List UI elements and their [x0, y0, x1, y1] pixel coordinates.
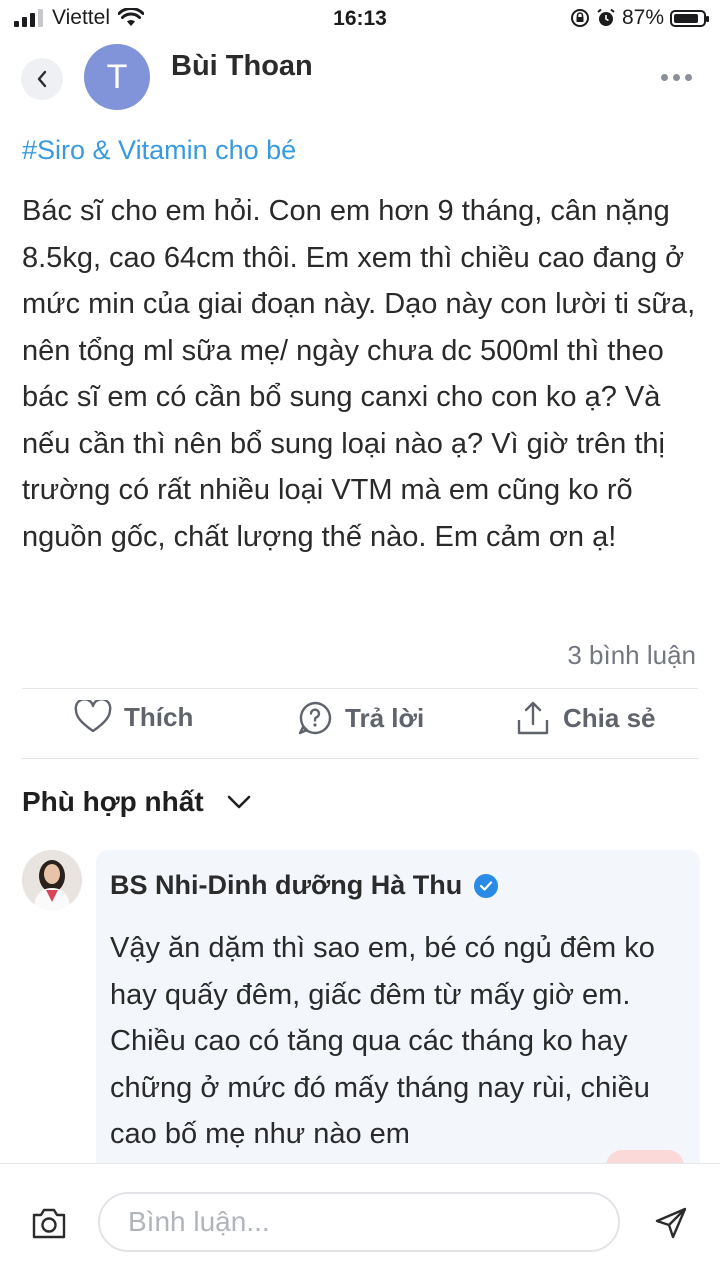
- post-actions: Thích Trả lời Chia sẻ: [0, 690, 720, 758]
- commenter-avatar[interactable]: [22, 850, 82, 910]
- alarm-icon: [597, 8, 615, 26]
- question-icon: [298, 701, 332, 735]
- send-button[interactable]: [654, 1206, 688, 1245]
- back-icon: [37, 70, 47, 88]
- camera-button[interactable]: [30, 1206, 68, 1245]
- verified-icon: [474, 873, 499, 898]
- comment-text: Vậy ăn dặm thì sao em, bé có ngủ đêm ko …: [110, 932, 655, 1150]
- status-right: 87%: [570, 6, 709, 30]
- commenter-name[interactable]: BS Nhi-Dinh dưỡng Hà Thu: [110, 870, 499, 901]
- share-icon: [517, 701, 549, 735]
- battery-icon: [670, 9, 709, 27]
- heart-icon: [74, 700, 112, 733]
- sort-dropdown[interactable]: Phù hợp nhất: [22, 786, 252, 818]
- divider: [22, 688, 698, 689]
- share-label: Chia sẻ: [563, 702, 656, 733]
- send-icon: [655, 1207, 687, 1239]
- chevron-down-icon: [227, 795, 250, 809]
- camera-icon: [32, 1208, 66, 1239]
- like-button[interactable]: Thích: [74, 700, 193, 734]
- status-bar: Viettel 16:13 87%: [0, 0, 720, 38]
- commenter-name-label: BS Nhi-Dinh dưỡng Hà Thu: [110, 870, 463, 900]
- reply-label: Trả lời: [345, 702, 425, 733]
- comment-count[interactable]: 3 bình luận: [567, 640, 696, 671]
- author-avatar[interactable]: T: [84, 44, 150, 110]
- post-header: T Bùi Thoan: [0, 38, 720, 118]
- divider: [22, 758, 698, 759]
- comment-input[interactable]: [98, 1192, 620, 1252]
- post-body: Bác sĩ cho em hỏi. Con em hơn 9 tháng, c…: [22, 195, 696, 553]
- battery-percent: 87%: [621, 6, 664, 29]
- share-button[interactable]: Chia sẻ: [515, 700, 656, 736]
- reply-button[interactable]: Trả lời: [297, 700, 424, 736]
- like-label: Thích: [124, 701, 194, 732]
- comment-bar: [0, 1163, 720, 1281]
- lock-rotation-icon: [570, 9, 589, 27]
- post-hashtag[interactable]: #Siro & Vitamin cho bé: [22, 135, 296, 166]
- sort-label: Phù hợp nhất: [22, 786, 204, 817]
- more-icon[interactable]: [661, 74, 692, 81]
- battery-level: [674, 13, 699, 23]
- back-button[interactable]: [21, 58, 63, 100]
- author-name[interactable]: Bùi Thoan: [171, 50, 313, 83]
